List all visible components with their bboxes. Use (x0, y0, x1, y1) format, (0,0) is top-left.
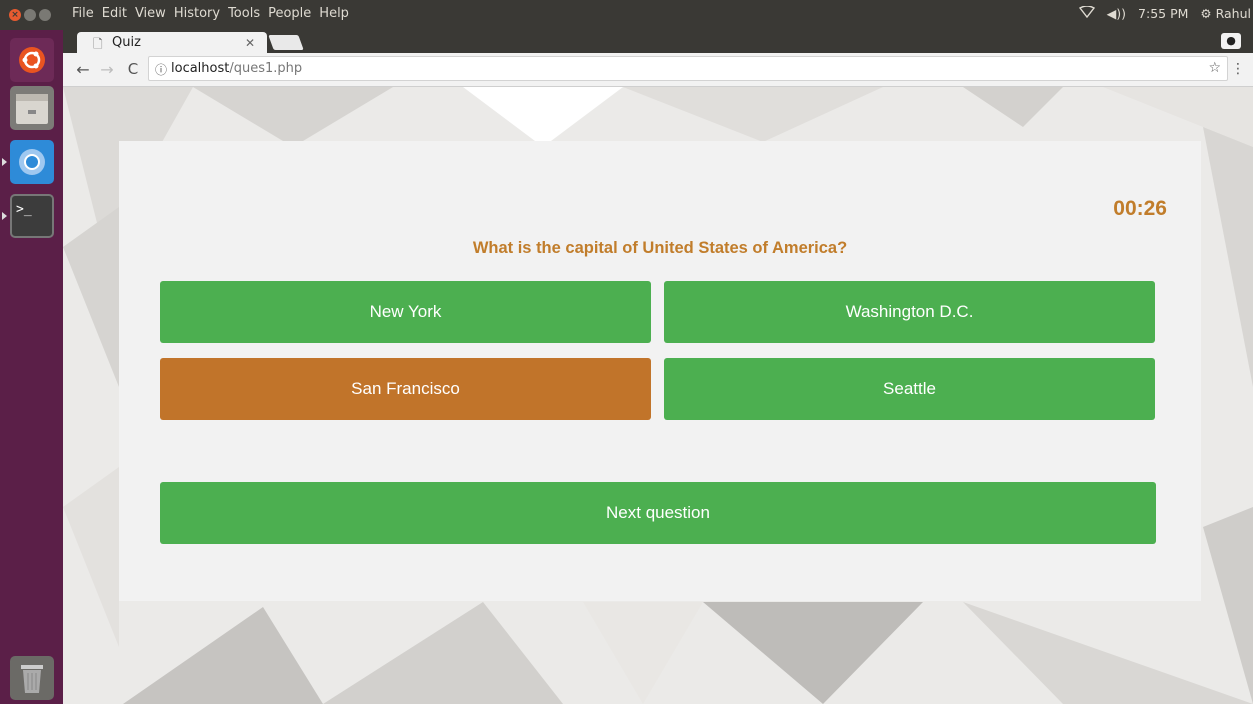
back-arrow-icon[interactable]: ← (73, 60, 93, 79)
url-path: /ques1.php (229, 61, 303, 76)
menu-view[interactable]: View (135, 6, 166, 21)
files-icon[interactable] (10, 86, 54, 130)
option-button-san-francisco[interactable]: San Francisco (160, 358, 651, 420)
system-top-bar: × File Edit View History Tools People He… (0, 0, 1253, 30)
chrome-icon[interactable] (10, 140, 54, 184)
next-question-button[interactable]: Next question (160, 482, 1156, 544)
ubuntu-dash-icon[interactable] (10, 38, 54, 82)
running-app-indicator (2, 212, 7, 220)
clock[interactable]: 7:55 PM (1138, 6, 1188, 21)
countdown-timer: 00:26 (1113, 197, 1167, 220)
window-controls: × (9, 9, 51, 21)
option-button-washington-dc[interactable]: Washington D.C. (664, 281, 1155, 343)
option-button-new-york[interactable]: New York (160, 281, 651, 343)
active-app-indicator (2, 158, 7, 166)
app-menu-bar: File Edit View History Tools People Help (72, 6, 349, 21)
info-icon[interactable]: ⓘ (155, 61, 167, 78)
forward-arrow-icon[interactable]: → (97, 60, 117, 79)
menu-help[interactable]: Help (319, 6, 349, 21)
menu-history[interactable]: History (174, 6, 220, 21)
tab-title: Quiz (112, 35, 141, 50)
close-tab-icon[interactable]: ✕ (245, 36, 255, 50)
username: Rahul (1215, 6, 1251, 21)
settings-gear-icon: ⚙ (1200, 6, 1212, 21)
url-text: localhost/ques1.php (171, 61, 302, 76)
menu-edit[interactable]: Edit (102, 6, 127, 21)
wifi-icon[interactable] (1078, 5, 1095, 21)
bookmark-star-icon[interactable]: ☆ (1208, 60, 1221, 76)
reload-icon[interactable]: C (123, 60, 143, 78)
url-host: localhost (171, 61, 230, 76)
browser-menu-icon[interactable]: ⋮ (1231, 61, 1245, 77)
maximize-window-button[interactable] (39, 9, 51, 21)
close-window-button[interactable]: × (9, 9, 21, 21)
terminal-icon[interactable]: >_ (10, 194, 54, 238)
option-button-seattle[interactable]: Seattle (664, 358, 1155, 420)
new-tab-button[interactable] (268, 35, 304, 50)
volume-icon[interactable]: ◀)) (1107, 6, 1126, 21)
profile-icon[interactable]: ● (1221, 33, 1241, 49)
browser-tab-bar: 🗋 Quiz ✕ ● (63, 30, 1253, 55)
app-launcher: >_ (0, 30, 63, 704)
tab-quiz[interactable]: 🗋 Quiz ✕ (77, 32, 267, 55)
address-bar[interactable]: ⓘ localhost/ques1.php ☆ (148, 56, 1228, 81)
menu-file[interactable]: File (72, 6, 94, 21)
browser-toolbar: ← → C ⓘ localhost/ques1.php ☆ ⋮ (63, 53, 1253, 87)
trash-icon[interactable] (10, 656, 54, 700)
system-tray: ◀)) 7:55 PM ⚙ Rahul (1078, 5, 1253, 21)
quiz-card: 00:26 What is the capital of United Stat… (119, 141, 1201, 601)
menu-people[interactable]: People (268, 6, 311, 21)
menu-tools[interactable]: Tools (228, 6, 260, 21)
question-text: What is the capital of United States of … (472, 239, 848, 257)
page-viewport: 00:26 What is the capital of United Stat… (63, 87, 1253, 704)
minimize-window-button[interactable] (24, 9, 36, 21)
user-menu[interactable]: ⚙ Rahul (1200, 6, 1251, 21)
